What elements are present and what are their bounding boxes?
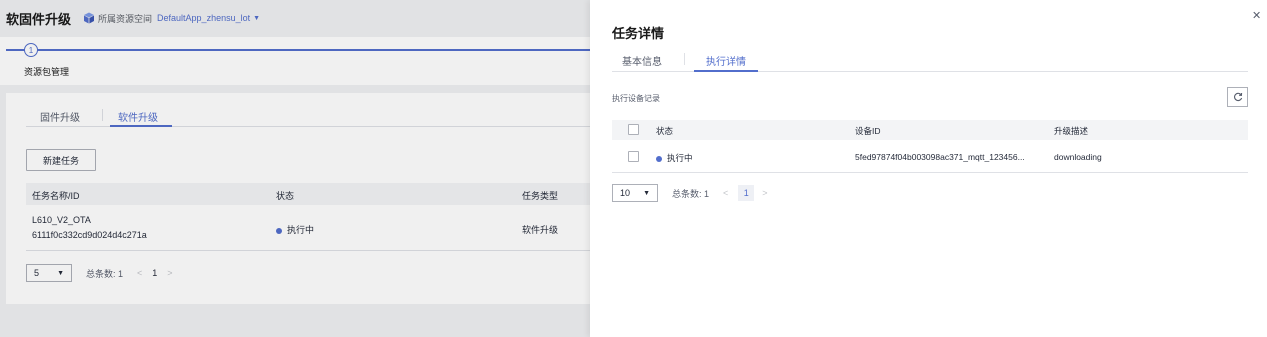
tab-execution-details[interactable]: 执行详情	[706, 53, 746, 68]
total-count: 总条数: 1	[672, 188, 710, 199]
device-status-text: 执行中	[667, 153, 693, 163]
row-checkbox[interactable]	[628, 151, 639, 162]
section-label: 执行设备记录	[612, 94, 660, 103]
page-size-select[interactable]: 10 ▼	[612, 184, 658, 202]
select-all-checkbox[interactable]	[628, 124, 639, 135]
tab-divider	[684, 53, 685, 65]
page-size-value: 10	[620, 188, 631, 198]
refresh-button[interactable]	[1227, 87, 1248, 107]
next-page-icon[interactable]: >	[762, 188, 767, 198]
status-dot	[656, 155, 662, 162]
refresh-icon	[1233, 92, 1242, 102]
device-table-header: 状态 设备ID 升级描述	[612, 120, 1248, 140]
task-detail-drawer: 任务详情 ✕ 基本信息 执行详情 执行设备记录 状态 设备ID 升级描述 执行中…	[590, 0, 1267, 337]
prev-page-icon[interactable]: <	[723, 188, 728, 198]
upgrade-description: downloading	[1054, 152, 1102, 162]
column-header-description: 升级描述	[1054, 126, 1089, 136]
drawer-pagination: 10 ▼ 总条数: 1 < 1 >	[612, 184, 768, 202]
column-header-device-id: 设备ID	[855, 126, 881, 136]
caret-down-icon: ▼	[643, 189, 650, 197]
active-tab-indicator	[694, 70, 758, 72]
close-icon[interactable]: ✕	[1252, 11, 1262, 22]
column-header-status: 状态	[656, 126, 674, 136]
device-status: 执行中	[656, 152, 693, 164]
table-row[interactable]: 执行中 5fed97874f04b003098ac371_mqtt_123456…	[612, 140, 1248, 173]
drawer-tab-bar: 基本信息 执行详情	[612, 50, 1248, 72]
device-id: 5fed97874f04b003098ac371_mqtt_123456...	[855, 152, 1025, 162]
overlay-mask[interactable]	[0, 0, 590, 337]
drawer-title: 任务详情	[612, 26, 665, 41]
tab-basic-info[interactable]: 基本信息	[622, 53, 662, 68]
page-number[interactable]: 1	[738, 185, 755, 201]
